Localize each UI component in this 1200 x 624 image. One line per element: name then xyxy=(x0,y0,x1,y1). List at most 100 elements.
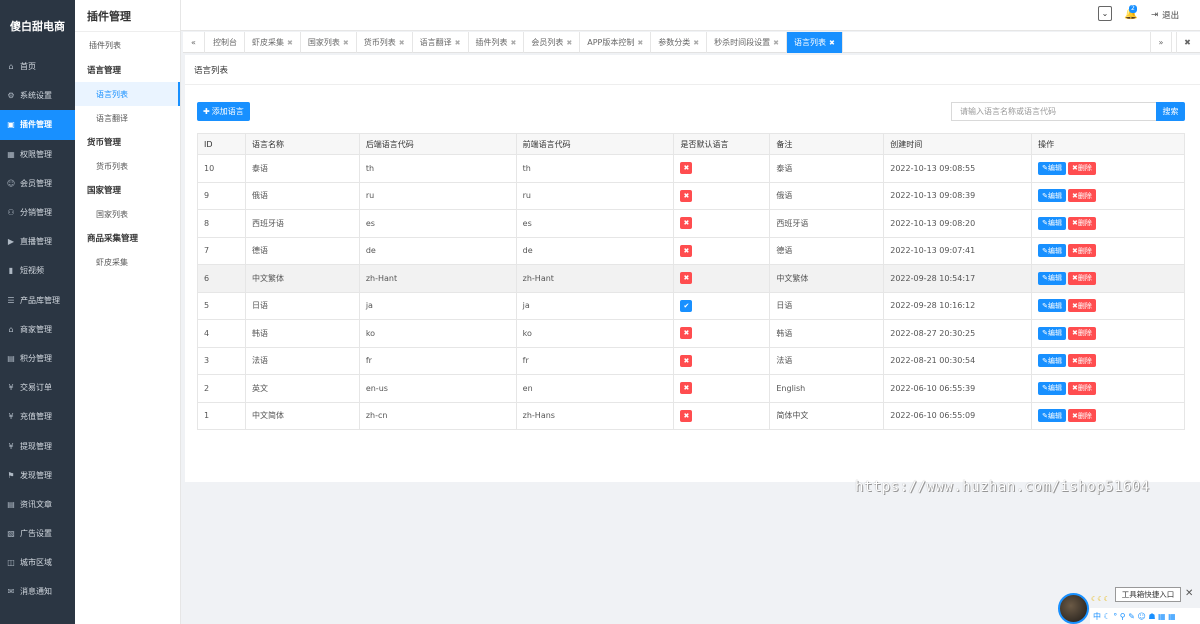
sidebar-item[interactable]: ✉ 消息通知 xyxy=(0,577,75,606)
delete-button[interactable]: ✖ 删除 xyxy=(1067,161,1096,175)
tab-item[interactable]: 国家列表 ✖ xyxy=(301,32,357,53)
tab-item[interactable]: 会员列表 ✖ xyxy=(524,32,581,53)
sidebar-item[interactable]: ⚇ 分销管理 xyxy=(0,198,75,227)
logout-button[interactable]: ⇥ 退出 xyxy=(1151,9,1179,21)
cross-icon[interactable]: ✖ xyxy=(680,327,693,340)
delete-button[interactable]: ✖ 删除 xyxy=(1067,354,1096,368)
add-language-button[interactable]: ✚ 添加语言 xyxy=(197,102,250,121)
edit-button[interactable]: ✎ 编辑 xyxy=(1038,299,1066,313)
sidebar-item-label: 权限管理 xyxy=(20,149,52,159)
delete-button[interactable]: ✖ 删除 xyxy=(1067,326,1096,340)
edit-button[interactable]: ✎ 编辑 xyxy=(1038,189,1066,203)
tab-close-icon[interactable]: ✖ xyxy=(511,39,517,47)
sidebar-item[interactable]: ▤ 积分管理 xyxy=(0,344,75,373)
tab-close-icon[interactable]: ✖ xyxy=(637,39,643,47)
sidebar-item[interactable]: ▦ 权限管理 xyxy=(0,140,75,169)
submenu-item[interactable]: 语言列表 xyxy=(75,82,180,106)
cross-icon[interactable]: ✖ xyxy=(680,354,693,367)
sidebar-item[interactable]: ▣ 插件管理 xyxy=(0,110,75,140)
sidebar-item[interactable]: ⚙ 系统设置 xyxy=(0,81,75,110)
submenu-item[interactable]: 国家列表 xyxy=(75,202,180,226)
cell-frontend: ko xyxy=(515,319,675,348)
cross-icon[interactable]: ✖ xyxy=(680,217,693,230)
edit-button[interactable]: ✎ 编辑 xyxy=(1038,161,1066,175)
tab-item[interactable]: 控制台 xyxy=(206,32,245,53)
edit-button[interactable]: ✎ 编辑 xyxy=(1038,216,1066,230)
tab-close-icon[interactable]: ✖ xyxy=(566,39,572,47)
tab-close-all-button[interactable]: ✖ xyxy=(1176,32,1198,53)
toolbox-avatar[interactable] xyxy=(1058,593,1089,624)
submenu-item[interactable]: 虾皮采集 xyxy=(75,250,180,274)
tab-prev-button[interactable]: « xyxy=(183,32,205,53)
toolbox-entry-button[interactable]: 工具箱快捷入口 xyxy=(1115,587,1181,602)
tab-close-icon[interactable]: ✖ xyxy=(455,39,461,47)
sidebar-item[interactable]: ☰ 产品库管理 xyxy=(0,286,75,315)
check-icon[interactable]: ✔ xyxy=(680,299,693,312)
edit-button[interactable]: ✎ 编辑 xyxy=(1038,381,1066,395)
sidebar-item[interactable]: ◫ 城市区域 xyxy=(0,548,75,577)
cross-icon[interactable]: ✖ xyxy=(680,382,693,395)
tab-close-icon[interactable]: ✖ xyxy=(773,39,779,47)
submenu-group-title[interactable]: 语言管理 xyxy=(75,58,180,82)
edit-button[interactable]: ✎ 编辑 xyxy=(1038,271,1066,285)
toolbox-close-icon[interactable]: ✕ xyxy=(1185,588,1193,599)
submenu-group-title[interactable]: 商品采集管理 xyxy=(75,226,180,250)
delete-button[interactable]: ✖ 删除 xyxy=(1067,409,1096,423)
edit-button[interactable]: ✎ 编辑 xyxy=(1038,409,1066,423)
tab-item[interactable]: 参数分类 ✖ xyxy=(651,32,708,53)
tab-item[interactable]: 语言翻译 ✖ xyxy=(413,32,469,53)
edit-button[interactable]: ✎ 编辑 xyxy=(1038,354,1066,368)
sidebar-item[interactable]: ¥ 提现管理 xyxy=(0,431,75,460)
tab-item[interactable]: APP版本控制 ✖ xyxy=(580,32,652,53)
edit-label: 编辑 xyxy=(1047,301,1062,310)
submenu-group-title[interactable]: 国家管理 xyxy=(75,178,180,202)
delete-button[interactable]: ✖ 删除 xyxy=(1067,189,1096,203)
submenu-item[interactable]: 货币列表 xyxy=(75,154,180,178)
toolbox-bar[interactable]: 中 ☾ ° ⚲ ✎ ☺ ☗ ▦ ▦ xyxy=(1090,608,1200,624)
tab-item[interactable]: 语言列表 ✖ xyxy=(787,32,843,53)
tab-item[interactable]: 插件列表 ✖ xyxy=(469,32,525,53)
tab-item[interactable]: 货币列表 ✖ xyxy=(357,32,413,53)
sidebar-item[interactable]: ¥ 交易订单 xyxy=(0,373,75,402)
sidebar-item[interactable]: ▤ 资讯文章 xyxy=(0,490,75,519)
cross-icon[interactable]: ✖ xyxy=(680,409,693,422)
delete-button[interactable]: ✖ 删除 xyxy=(1067,244,1096,258)
tab-close-icon[interactable]: ✖ xyxy=(287,39,293,47)
sidebar-item[interactable]: ▧ 广告设置 xyxy=(0,519,75,548)
sidebar-item[interactable]: ▮ 短视频 xyxy=(0,256,75,285)
tab-next-button[interactable]: » xyxy=(1150,32,1172,53)
delete-button[interactable]: ✖ 删除 xyxy=(1067,216,1096,230)
tab-close-icon[interactable]: ✖ xyxy=(693,39,699,47)
tab-close-icon[interactable]: ✖ xyxy=(399,39,405,47)
cross-icon[interactable]: ✖ xyxy=(680,272,693,285)
cell-actions: ✎ 编辑 ✖ 删除 xyxy=(1031,181,1185,210)
submenu-group-title[interactable]: 货币管理 xyxy=(75,130,180,154)
table-row: 4 韩语 ko ko ✖ 韩语 2022-08-27 20:30:25 ✎ 编辑 ✖ 删除 xyxy=(197,319,1185,348)
sidebar-item[interactable]: ☺ 会员管理 xyxy=(0,169,75,198)
tab-close-icon[interactable]: ✖ xyxy=(829,39,835,47)
sidebar-item[interactable]: ⌂ 首页 xyxy=(0,52,75,81)
search-button[interactable]: 搜索 xyxy=(1156,102,1185,121)
tab-item[interactable]: 秒杀时间段设置 ✖ xyxy=(707,32,787,53)
sidebar-item[interactable]: ¥ 充值管理 xyxy=(0,402,75,431)
dropdown-toggle[interactable]: ⌄ xyxy=(1098,6,1112,21)
delete-button[interactable]: ✖ 删除 xyxy=(1067,299,1096,313)
cross-icon[interactable]: ✖ xyxy=(680,189,693,202)
edit-label: 编辑 xyxy=(1047,356,1062,365)
edit-button[interactable]: ✎ 编辑 xyxy=(1038,326,1066,340)
submenu-item[interactable]: 语言翻译 xyxy=(75,106,180,130)
cell-default: ✖ xyxy=(673,346,771,375)
delete-button[interactable]: ✖ 删除 xyxy=(1067,381,1096,395)
cross-icon[interactable]: ✖ xyxy=(680,244,693,257)
submenu-item-plugin-list[interactable]: 插件列表 xyxy=(75,33,180,58)
tab-item[interactable]: 虾皮采集 ✖ xyxy=(245,32,301,53)
edit-button[interactable]: ✎ 编辑 xyxy=(1038,244,1066,258)
delete-button[interactable]: ✖ 删除 xyxy=(1067,271,1096,285)
sidebar-item[interactable]: ⚑ 发现管理 xyxy=(0,461,75,490)
brand-logo[interactable]: 傻白甜电商 xyxy=(0,0,75,52)
sidebar-item[interactable]: ▶ 直播管理 xyxy=(0,227,75,256)
tab-close-icon[interactable]: ✖ xyxy=(343,39,349,47)
search-input[interactable] xyxy=(951,102,1157,121)
cross-icon[interactable]: ✖ xyxy=(680,162,693,175)
sidebar-item[interactable]: ⌂ 商家管理 xyxy=(0,315,75,344)
